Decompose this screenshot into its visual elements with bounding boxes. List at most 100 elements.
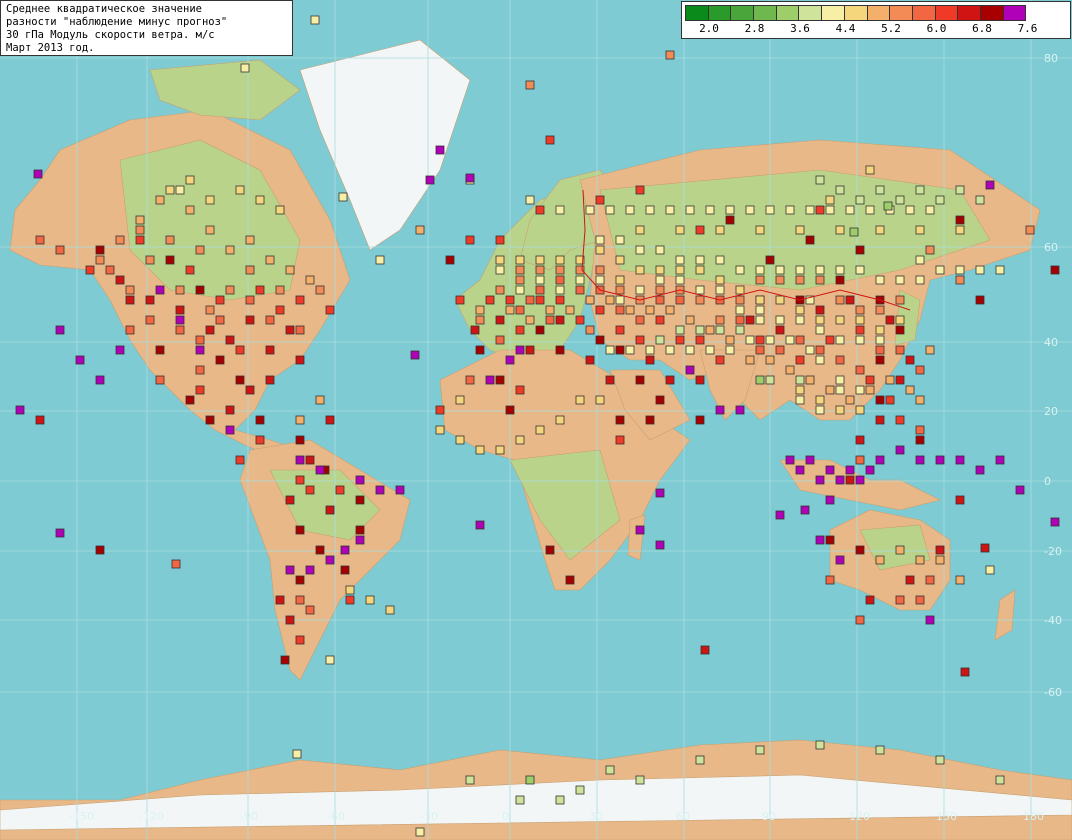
station-marker [675,335,685,345]
station-marker [415,225,425,235]
station-marker [855,615,865,625]
station-marker [1050,265,1060,275]
station-marker [205,325,215,335]
station-marker [655,540,665,550]
station-marker [615,275,625,285]
station-marker [595,235,605,245]
station-marker [335,485,345,495]
station-marker [495,335,505,345]
station-marker [265,315,275,325]
station-marker [855,365,865,375]
station-marker [825,495,835,505]
station-marker [675,325,685,335]
legend-label: 7.6 [1017,22,1038,35]
legend-label: 3.6 [790,22,810,35]
station-marker [755,295,765,305]
station-marker [125,295,135,305]
station-marker [185,265,195,275]
station-marker [295,435,305,445]
station-marker [715,225,725,235]
station-marker [875,275,885,285]
station-marker [935,555,945,565]
station-marker [805,455,815,465]
legend-swatch [753,5,777,21]
station-marker [145,315,155,325]
station-marker [685,205,695,215]
station-marker [585,205,595,215]
legend-label: 6.8 [972,22,992,35]
station-marker [715,255,725,265]
station-marker [885,315,895,325]
station-marker [135,235,145,245]
station-marker [635,375,645,385]
station-marker [635,245,645,255]
station-marker [435,145,445,155]
station-marker [895,295,905,305]
station-marker [695,375,705,385]
station-marker [925,345,935,355]
station-marker [855,325,865,335]
station-marker [595,245,605,255]
station-marker [305,455,315,465]
station-marker [295,325,305,335]
station-marker [655,315,665,325]
station-marker [845,205,855,215]
station-marker [565,305,575,315]
station-marker [905,205,915,215]
station-marker [365,595,375,605]
station-marker [655,275,665,285]
station-marker [735,315,745,325]
station-marker [315,285,325,295]
station-marker [115,345,125,355]
station-marker [635,775,645,785]
station-marker [605,765,615,775]
station-marker [595,335,605,345]
station-marker [485,295,495,305]
station-marker [675,275,685,285]
station-marker [35,415,45,425]
station-marker [925,245,935,255]
station-marker [925,575,935,585]
station-marker [595,195,605,205]
station-marker [955,225,965,235]
station-marker [245,265,255,275]
station-marker [305,605,315,615]
station-marker [835,405,845,415]
station-marker [235,375,245,385]
station-marker [515,305,525,315]
station-marker [775,345,785,355]
legend-swatches [685,5,1027,21]
station-marker [765,255,775,265]
longitude-label: 90 [762,810,776,823]
station-marker [195,285,205,295]
station-marker [135,225,145,235]
station-marker [205,225,215,235]
station-marker [975,295,985,305]
station-marker [615,255,625,265]
station-marker [295,635,305,645]
station-marker [865,205,875,215]
longitude-label: 0 [502,810,509,823]
world-map: -150 -120 -90 -60 -30 0 30 60 90 120 150 180 60 40 20 0… [0,0,1072,840]
station-marker [795,265,805,275]
station-marker [695,335,705,345]
latitude-label: -20 [1044,545,1062,558]
station-marker [855,545,865,555]
station-marker [775,265,785,275]
station-marker [225,285,235,295]
longitude-label: -150 [69,810,94,823]
station-marker [835,225,845,235]
station-marker [875,325,885,335]
station-marker [775,295,785,305]
legend-label: 5.2 [881,22,901,35]
station-marker [465,173,475,183]
station-marker [275,595,285,605]
station-marker [55,245,65,255]
station-marker [825,205,835,215]
station-marker [915,595,925,605]
station-marker [835,185,845,195]
station-marker [715,325,725,335]
station-marker [605,295,615,305]
station-marker [795,275,805,285]
station-marker [338,192,348,202]
